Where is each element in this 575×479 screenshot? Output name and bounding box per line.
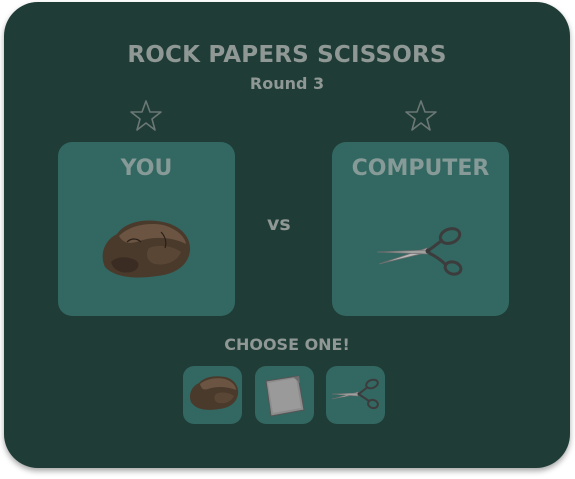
game-title: ROCK PAPERS SCISSORS xyxy=(127,42,447,68)
choose-prompt: CHOOSE ONE! xyxy=(224,335,350,354)
vs-label: vs xyxy=(267,213,291,235)
player-panel: YOU xyxy=(58,142,235,316)
computer-scissors-icon xyxy=(332,212,509,292)
rock-icon xyxy=(189,376,239,410)
paper-icon xyxy=(265,375,305,417)
game-card: ROCK PAPERS SCISSORS Round 3 YOU vs COMP… xyxy=(4,2,570,468)
computer-panel: COMPUTER xyxy=(332,142,509,316)
player-rock-icon xyxy=(58,212,235,292)
scissors-icon xyxy=(331,378,379,410)
player-label: YOU xyxy=(120,156,173,181)
computer-label: COMPUTER xyxy=(351,156,490,181)
round-indicator: Round 3 xyxy=(249,74,325,93)
choose-scissors-button[interactable] xyxy=(326,366,385,424)
computer-star-icon xyxy=(404,99,438,133)
choose-paper-button[interactable] xyxy=(255,366,314,424)
choose-rock-button[interactable] xyxy=(183,366,242,424)
player-star-icon xyxy=(129,99,163,133)
